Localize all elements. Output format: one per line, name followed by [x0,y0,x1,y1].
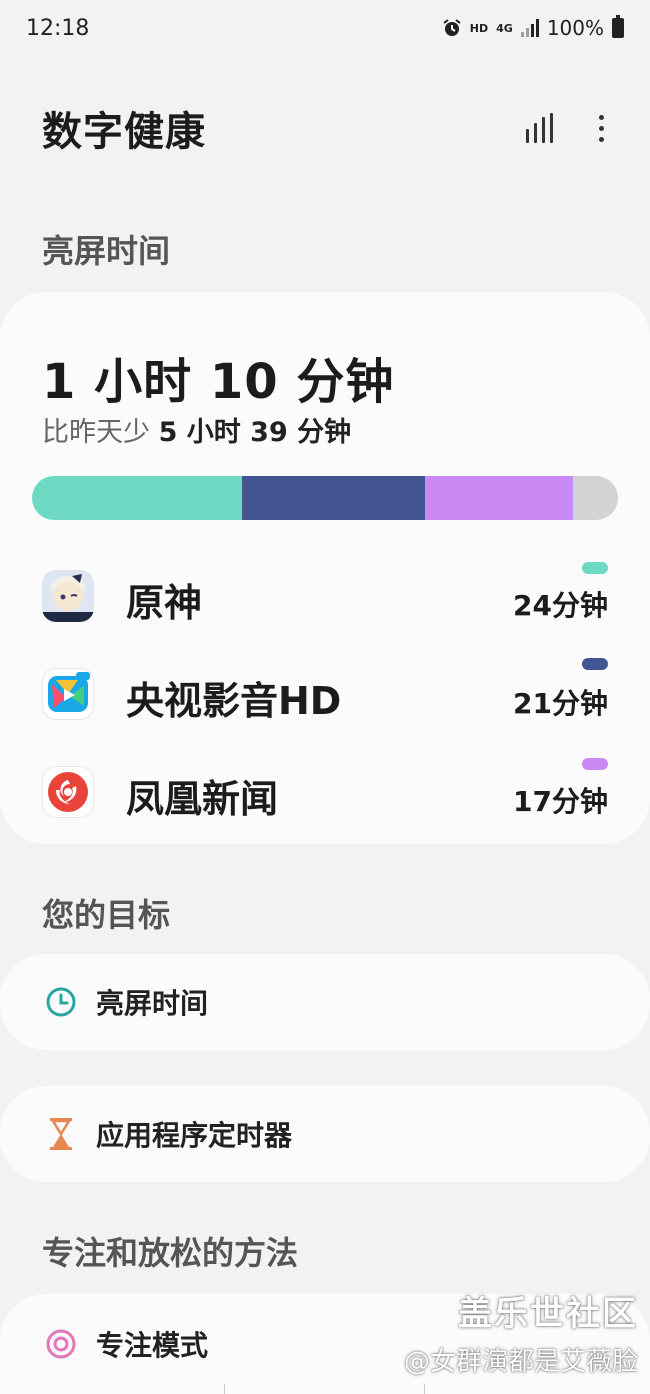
app-usage-row[interactable]: 央视影音HD 21分钟 [0,646,650,742]
app-time: 17分钟 [513,785,608,818]
app-usage-row[interactable]: 原神 24分钟 [0,548,650,644]
usage-segment [241,476,425,520]
compare-prefix: 比昨天少 [42,417,159,448]
usage-bar [32,476,618,520]
watermark-community: 盖乐世社区 [458,1294,638,1334]
battery-percent: 100% [546,16,604,40]
network-type: 4G [496,21,513,35]
watermark-author: @女群演都是艾薇脸 [403,1347,638,1377]
screen-time-section-title: 亮屏时间 [42,232,171,270]
app-time: 21分钟 [513,687,608,720]
app-name: 央视影音HD [126,679,342,723]
app-bar: 数字健康 [0,96,650,160]
signal-icon [520,19,539,37]
usage-segment [572,476,618,520]
ifeng-news-app-icon [42,766,94,818]
clock-icon [44,985,78,1019]
app-color-pill [582,562,608,574]
goal-label: 应用程序定时器 [96,1119,293,1152]
focus-section-title: 专注和放松的方法 [42,1234,299,1272]
app-usage-row[interactable]: 凤凰新闻 17分钟 [0,744,650,840]
watermark: 盖乐世社区 @女群演都是艾薇脸 [404,1286,638,1378]
hourglass-icon [44,1117,78,1151]
goals-section-title: 您的目标 [42,896,171,934]
app-color-pill [582,658,608,670]
usage-segment [424,476,573,520]
battery-icon [612,15,624,38]
app-name: 原神 [126,581,203,625]
hd-indicator: HD [469,21,489,35]
app-timer-goal-item[interactable]: 应用程序定时器 [0,1086,650,1182]
compare-yesterday: 比昨天少 5 小时 39 分钟 [42,410,351,449]
goal-label: 亮屏时间 [96,987,209,1020]
cctv-video-app-icon [42,668,94,720]
focus-label: 专注模式 [96,1329,209,1362]
status-icons: HD 4G 100% [442,15,624,40]
app-color-pill [582,758,608,770]
alarm-icon [443,19,461,36]
status-bar: 12:18 HD 4G 100% [0,0,650,56]
screen-time-goal-item[interactable]: 亮屏时间 [0,954,650,1050]
screen-time-card[interactable]: 1 小时 10 分钟 比昨天少 5 小时 39 分钟 原神 24分钟 央视影音H… [0,292,650,844]
target-icon [44,1327,78,1361]
more-options-icon[interactable] [593,111,610,146]
page-title: 数字健康 [42,109,206,155]
status-time: 12:18 [26,15,90,41]
usage-segment [32,476,242,520]
genshin-app-icon [42,570,94,622]
bottom-divider [0,1384,650,1394]
compare-value: 5 小时 39 分钟 [158,417,352,448]
app-name: 凤凰新闻 [126,777,279,821]
app-time: 24分钟 [513,589,608,622]
total-screen-time: 1 小时 10 分钟 [42,354,395,410]
stats-icon[interactable] [526,113,553,143]
